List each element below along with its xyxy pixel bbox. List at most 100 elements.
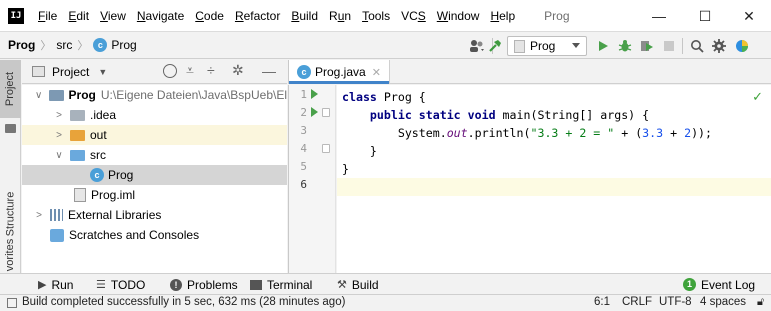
number-literal: 3.3 [642, 126, 664, 140]
chevron-right-icon[interactable]: > [54, 130, 64, 141]
tree-item-project-root[interactable]: ∨ Prog U:\Eigene Dateien\Java\BspUeb\El [22, 85, 287, 105]
menu-item[interactable]: VCS [401, 9, 426, 23]
line-number: 1 [300, 88, 307, 101]
tab-run[interactable]: ▶ Run [38, 274, 73, 295]
menu-item[interactable]: Code [195, 9, 224, 23]
breadcrumb-src[interactable]: src [56, 38, 72, 52]
tab-prog-java[interactable]: c Prog.java ✕ [289, 60, 390, 84]
tree-item-scratches[interactable]: Scratches and Consoles [22, 225, 287, 245]
tab-todo[interactable]: ☰ TODO [96, 274, 145, 295]
menu-item[interactable]: Build [291, 9, 318, 23]
collapse-all-icon[interactable]: ÷ [207, 62, 215, 78]
menu-item[interactable]: Help [490, 9, 515, 23]
locate-file-icon[interactable] [163, 64, 177, 78]
debug-icon[interactable] [614, 32, 636, 59]
breadcrumb: Prog 〉 src 〉 c Prog [8, 37, 137, 53]
project-tree: ∨ Prog U:\Eigene Dateien\Java\BspUeb\El … [22, 85, 287, 273]
tab-terminal[interactable]: Terminal [250, 274, 312, 295]
tree-item-prog-class[interactable]: c Prog [22, 165, 287, 185]
editor-gutter: 1 2 3 4 5 6 [288, 85, 336, 273]
chevron-down-icon[interactable]: ▼ [98, 67, 107, 77]
chevron-right-icon[interactable]: > [54, 110, 64, 121]
chevron-right-icon[interactable]: > [34, 210, 44, 221]
menu-item[interactable]: Edit [68, 9, 89, 23]
string-literal: "3.3 + 2 = " [530, 126, 615, 140]
breadcrumb-project[interactable]: Prog [8, 38, 35, 52]
project-view-select[interactable]: Project [52, 65, 89, 79]
run-main-icon[interactable] [311, 107, 318, 117]
iml-file-icon [74, 188, 86, 202]
project-view-icon [32, 66, 45, 77]
intellij-logo-icon: IJ [8, 7, 24, 24]
no-problems-check-icon[interactable]: ✓ [752, 89, 763, 105]
tree-item-out[interactable]: > out [22, 125, 287, 145]
menu-item[interactable]: File [38, 9, 57, 23]
menu-bar: IJ File Edit View Navigate Code Refactor Build… [0, 0, 771, 32]
line-separator[interactable]: CRLF [622, 296, 652, 308]
build-hammer-icon[interactable] [482, 32, 508, 59]
tree-item-src[interactable]: ∨ src [22, 145, 287, 165]
line-number: 5 [300, 160, 307, 173]
plugin-icon[interactable] [731, 32, 753, 59]
tree-item-prog-iml[interactable]: Prog.iml [22, 185, 287, 205]
tab-event-log[interactable]: 1 Event Log [683, 274, 755, 295]
menu-item[interactable]: Window [437, 9, 480, 23]
line-number: 3 [300, 124, 307, 137]
run-icon[interactable] [592, 32, 614, 59]
gear-icon[interactable]: ✲ [232, 62, 244, 79]
tree-item-label: Prog [108, 168, 134, 182]
close-tab-icon[interactable]: ✕ [372, 66, 381, 79]
keyword: public static void [369, 108, 496, 122]
tree-item-idea[interactable]: > .idea [22, 105, 287, 125]
terminal-icon [250, 279, 262, 290]
breadcrumb-class[interactable]: c Prog [93, 38, 137, 52]
maximize-button[interactable]: ☐ [683, 0, 727, 32]
close-button[interactable]: ✕ [727, 0, 771, 32]
code-editor[interactable]: class Prog { public static void main(Str… [337, 85, 771, 273]
line-number: 2 [300, 106, 307, 119]
tab-favorites[interactable]: vorites [0, 238, 21, 272]
indent-setting[interactable]: 4 spaces [700, 296, 746, 308]
tree-item-label: External Libraries [68, 208, 162, 222]
class-icon: c [93, 38, 108, 52]
tab-project[interactable]: Project [0, 60, 21, 118]
run-class-icon[interactable] [311, 89, 318, 99]
minimize-button[interactable]: — [637, 0, 681, 32]
gear-icon[interactable] [708, 32, 730, 59]
caret-position[interactable]: 6:1 [594, 296, 610, 308]
menu-item[interactable]: Run [329, 9, 351, 23]
folder-icon [70, 109, 85, 121]
chevron-down-icon [572, 43, 580, 48]
search-icon[interactable] [686, 32, 708, 59]
chevron-down-icon[interactable]: ∨ [34, 90, 43, 101]
menu-item[interactable]: Navigate [137, 9, 184, 23]
expand-all-icon[interactable]: ⩡ [186, 62, 194, 79]
status-bar: Build completed successfully in 5 sec, 6… [0, 294, 771, 311]
file-encoding[interactable]: UTF-8 [659, 296, 692, 308]
menu-item[interactable]: Tools [362, 9, 390, 23]
stop-icon[interactable] [658, 32, 680, 59]
code-text: + [663, 126, 685, 140]
tree-item-label: Prog [68, 88, 96, 102]
menu-item[interactable]: View [100, 9, 126, 23]
excluded-folder-icon [70, 129, 85, 141]
code-line-5: } [342, 162, 349, 176]
run-configuration-select[interactable]: Prog [507, 36, 587, 56]
tab-run-label: Run [51, 277, 74, 292]
chevron-down-icon[interactable]: ∨ [54, 150, 64, 161]
status-toggle-icon[interactable] [7, 298, 17, 308]
tree-item-external-libraries[interactable]: > External Libraries [22, 205, 287, 225]
run-with-coverage-icon[interactable] [636, 32, 658, 59]
tree-item-label: .idea [90, 108, 117, 122]
tab-problems[interactable]: ! Problems [170, 274, 238, 295]
tab-build[interactable]: ⚒ Build [337, 274, 379, 295]
code-line-1: class Prog { [337, 88, 771, 106]
tab-todo-label: TODO [110, 277, 146, 292]
status-message[interactable]: Build completed successfully in 5 sec, 6… [22, 296, 345, 308]
fold-icon[interactable] [322, 144, 330, 153]
fold-icon[interactable] [322, 108, 330, 117]
menu-item[interactable]: Refactor [235, 9, 280, 23]
hide-panel-icon[interactable]: — [262, 63, 276, 79]
lock-icon[interactable]: 🔓︎ [757, 296, 764, 309]
